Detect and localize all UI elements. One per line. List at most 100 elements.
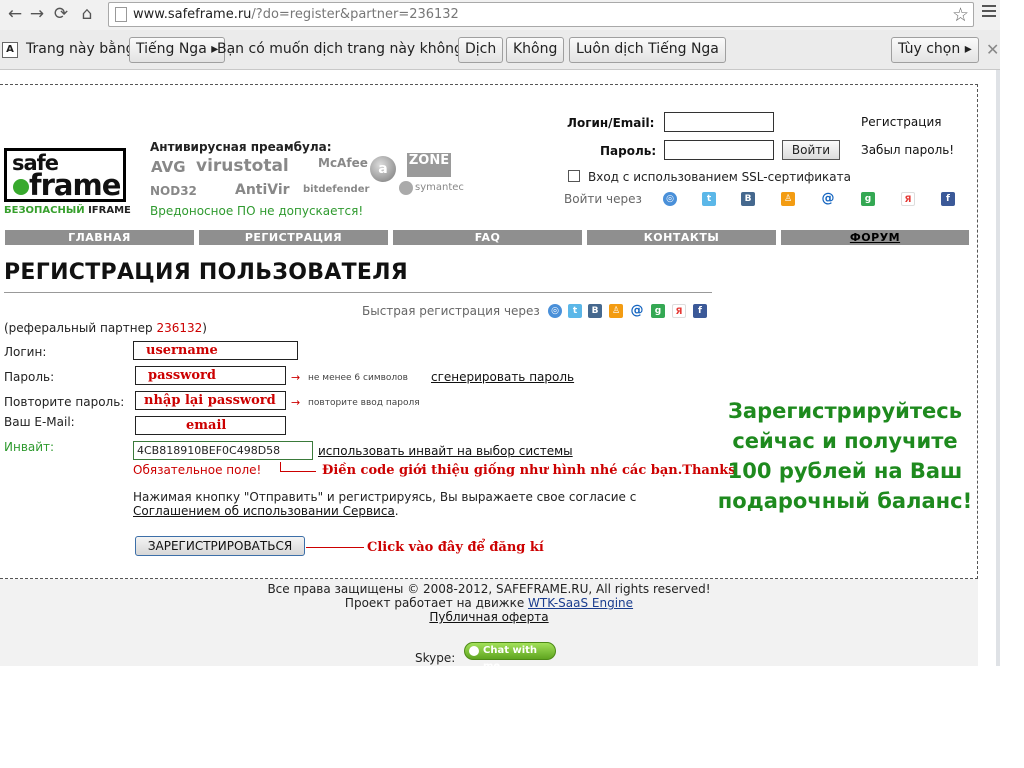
language-select[interactable]: Tiếng Nga ▸ (129, 37, 226, 63)
google-icon[interactable]: g (861, 192, 875, 206)
translate-question: Bạn có muốn dịch trang này không? (217, 41, 471, 57)
footer: Все права защищены © 2008-2012, SAFEFRAM… (0, 579, 978, 672)
avg-logo: AVG (151, 158, 186, 176)
login-button[interactable]: Войти (782, 140, 840, 160)
password-label: Пароль: (4, 370, 55, 384)
password-input[interactable]: password (135, 366, 286, 385)
mailru-icon[interactable]: @ (821, 192, 835, 206)
arrow-icon: → (291, 371, 301, 384)
page-title: РЕГИСТРАЦИЯ ПОЛЬЗОВАТЕЛЯ (4, 260, 409, 285)
repeat-password-input[interactable]: nhập lại password (135, 391, 286, 410)
annotation-line (280, 471, 316, 472)
username-input[interactable]: username (133, 341, 298, 360)
menu-registration[interactable]: РЕГИСТРАЦИЯ (199, 230, 388, 245)
home-icon[interactable]: ⌂ (76, 3, 98, 25)
antivir-logo: AntiVir (235, 182, 290, 198)
close-icon[interactable]: ✕ (986, 40, 999, 59)
facebook-icon[interactable]: f (693, 304, 707, 318)
translate-icon: A (2, 42, 18, 58)
odnoklassniki-icon[interactable]: ♙ (781, 192, 795, 206)
email-label: Ваш E-Mail: (4, 415, 75, 429)
email-input[interactable]: email (135, 416, 286, 435)
repeat-password-label: Повторите пароль: (4, 395, 125, 409)
twitter-icon[interactable]: t (568, 304, 582, 318)
no-translate-button[interactable]: Không (506, 37, 565, 63)
register-submit-button[interactable]: ЗАРЕГИСТРИРОВАТЬСЯ (135, 536, 305, 556)
username-label: Логин: (4, 345, 47, 359)
virustotal-logo: virustotal (196, 156, 289, 176)
annotation-line (280, 462, 281, 471)
google-icon[interactable]: g (651, 304, 665, 318)
engine-link[interactable]: WTK-SaaS Engine (528, 596, 633, 610)
yandex-icon[interactable]: Я (672, 304, 686, 318)
menu-contacts[interactable]: КОНТАКТЫ (587, 230, 776, 245)
url-text: www.safeframe.ru/?do=register&partner=23… (133, 7, 459, 22)
translate-bar: A Trang này bằng Tiếng Nga ▸ Bạn có muốn… (0, 30, 1000, 70)
login-label: Логин/Email: (567, 116, 655, 130)
generate-password-link[interactable]: сгенерировать пароль (431, 370, 574, 384)
options-button[interactable]: Tùy chọn ▸ (891, 37, 979, 63)
mailru-icon[interactable]: @ (630, 304, 644, 318)
translate-button[interactable]: Dịch (458, 37, 504, 63)
back-icon[interactable]: ← (4, 3, 26, 25)
annotation-invite-code: Điền code giới thiệu giống như hình nhé … (322, 463, 736, 478)
twitter-icon[interactable]: t (702, 192, 716, 206)
vkontakte-icon[interactable]: B (588, 304, 602, 318)
menu-faq[interactable]: FAQ (393, 230, 582, 245)
yandex-icon[interactable]: Я (901, 192, 915, 206)
arrow-icon: → (291, 396, 301, 409)
zonealarm-logo: ZONE (407, 153, 451, 177)
openid-icon[interactable]: ◎ (663, 192, 677, 206)
login-via-label: Войти через (564, 192, 642, 206)
facebook-icon[interactable]: f (941, 192, 955, 206)
always-translate-button[interactable]: Luôn dịch Tiếng Nga (569, 37, 726, 63)
translate-prefix: Trang này bằng (26, 41, 135, 57)
browser-toolbar: ← → ⟳ ⌂ www.safeframe.ru/?do=register&pa… (0, 0, 1000, 30)
bookmark-star-icon[interactable]: ☆ (952, 4, 969, 26)
address-bar[interactable]: www.safeframe.ru/?do=register&partner=23… (108, 2, 974, 27)
agreement-link[interactable]: Соглашением об использовании Сервиса (133, 504, 395, 518)
symantec-logo: symantec (415, 182, 464, 193)
forgot-password-link[interactable]: Забыл пароль! (861, 143, 954, 157)
title-divider (4, 292, 712, 293)
public-offer-link[interactable]: Публичная оферта (429, 610, 548, 624)
annotation-line (306, 547, 364, 548)
ssl-checkbox[interactable] (568, 170, 580, 182)
symantec-icon (399, 181, 413, 195)
use-system-invite-link[interactable]: использовать инвайт на выбор системы (318, 444, 573, 458)
site-logo[interactable]: safe frame (4, 148, 126, 202)
password-input[interactable] (664, 140, 774, 160)
forward-icon[interactable]: → (26, 3, 48, 25)
menu-forum[interactable]: ФОРУМ (781, 230, 969, 245)
menu-icon[interactable] (982, 5, 996, 21)
agreement-text: Нажимая кнопку "Отправить" и регистрируя… (133, 490, 637, 518)
skype-chat-button[interactable]: Chat with me (464, 642, 556, 672)
skype-label: Skype: (415, 651, 456, 665)
quick-registration-label: Быстрая регистрация через (362, 304, 540, 318)
antivirus-note: Вредоносное ПО не допускается! (150, 204, 364, 218)
nod32-logo: NOD32 (150, 184, 197, 198)
avast-logo-icon: a (370, 156, 396, 182)
invite-input[interactable]: 4CB818910BEF0C498D58 (133, 441, 313, 460)
login-input[interactable] (664, 112, 774, 132)
annotation-click-here: Click vào đây để đăng kí (367, 540, 544, 555)
vkontakte-icon[interactable]: B (741, 192, 755, 206)
mcafee-logo: McAfee (318, 156, 368, 170)
menu-home[interactable]: ГЛАВНАЯ (5, 230, 194, 245)
public-offer: Публичная оферта (0, 610, 978, 624)
skype-icon (469, 646, 479, 656)
scrollbar[interactable] (996, 70, 1000, 666)
antivirus-title: Антивирусная преамбула: (150, 140, 332, 154)
required-field-note: Обязательное поле! (133, 463, 262, 477)
ssl-label: Вход с использованием SSL-сертификата (588, 170, 851, 184)
odnoklassniki-icon[interactable]: ♙ (609, 304, 623, 318)
register-link[interactable]: Регистрация (861, 115, 941, 129)
logo-tagline: БЕЗОПАСНЫЙ IFRAME (4, 205, 131, 216)
password-hint: не менее 6 символов (308, 373, 408, 383)
copyright: Все права защищены © 2008-2012, SAFEFRAM… (267, 582, 711, 596)
bitdefender-logo: bitdefender (303, 184, 370, 195)
promo-text: Зарегистрируйтесь сейчас и получите 100 … (717, 399, 973, 513)
repeat-hint: повторите ввод пароля (308, 398, 420, 408)
reload-icon[interactable]: ⟳ (50, 3, 72, 25)
openid-icon[interactable]: ◎ (548, 304, 562, 318)
